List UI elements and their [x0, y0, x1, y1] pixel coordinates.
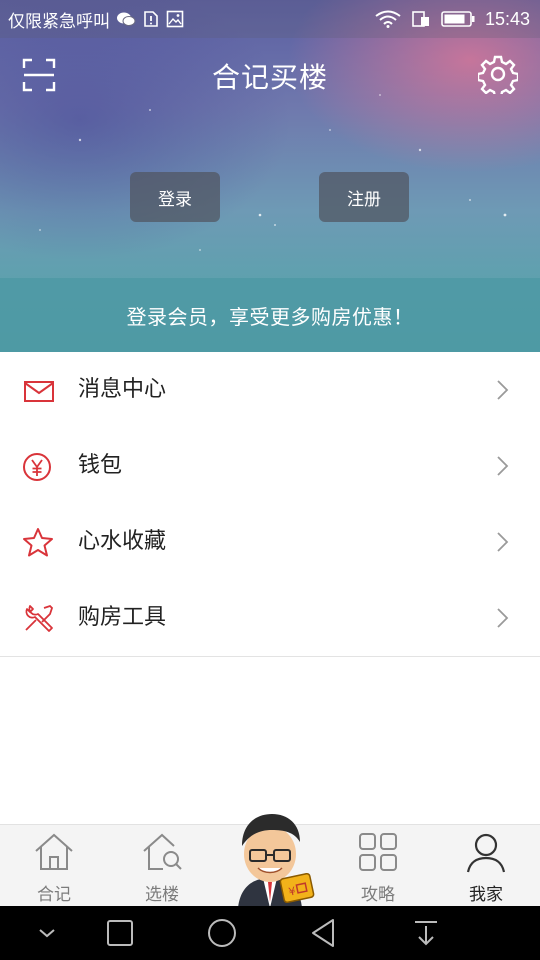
tab-label: 选楼 [145, 885, 179, 905]
register-button[interactable]: 注册 [319, 172, 409, 222]
member-promo-banner: 登录会员，享受更多购房优惠！ [0, 278, 540, 352]
menu-item-wallet[interactable]: 钱包 [0, 428, 540, 505]
menu-item-label: 心水收藏 [78, 529, 167, 554]
menu-item-tools[interactable]: 购房工具 [0, 580, 540, 657]
home-circle-icon[interactable] [205, 916, 239, 950]
mail-icon [24, 381, 54, 402]
tab-select-property[interactable]: 选楼 [108, 825, 216, 907]
star-icon [23, 528, 53, 557]
tab-my-home[interactable]: 我家 [432, 825, 540, 907]
tab-guides[interactable]: 攻略 [324, 825, 432, 907]
system-navigation-bar [0, 906, 540, 960]
image-icon [166, 10, 184, 28]
chevron-right-icon [497, 380, 509, 400]
mascot-icon: ¥ [238, 814, 315, 908]
notification-pull-down-icon[interactable] [409, 916, 443, 950]
battery-icon [441, 11, 475, 27]
yen-coin-icon [23, 453, 51, 481]
app-bar: 合记买楼 [0, 38, 540, 114]
menu-item-label: 钱包 [78, 453, 123, 478]
menu-item-label: 购房工具 [78, 605, 167, 630]
login-button[interactable]: 登录 [130, 172, 220, 222]
chevron-right-icon [497, 456, 509, 476]
warning-sim-icon [144, 11, 158, 27]
wechat-icon [117, 12, 136, 26]
tab-label: 攻略 [361, 885, 395, 905]
mascot-center-button[interactable]: ¥ [218, 812, 322, 908]
carrier-text: 仅限紧急呼叫 [8, 11, 110, 32]
chevron-down-icon[interactable] [30, 916, 64, 950]
menu-item-favorites[interactable]: 心水收藏 [0, 504, 540, 581]
grid-icon [359, 833, 397, 871]
house-search-icon [143, 833, 182, 870]
chevron-right-icon [497, 608, 509, 628]
data-icon [412, 11, 429, 27]
status-bar: 仅限紧急呼叫 15:43 [0, 0, 540, 38]
menu-item-label: 消息中心 [78, 377, 167, 402]
wifi-icon [375, 10, 401, 28]
tab-home[interactable]: 合记 [0, 825, 108, 907]
menu-item-messages[interactable]: 消息中心 [0, 352, 540, 429]
back-icon[interactable] [307, 916, 341, 950]
status-right: 15:43 [375, 0, 530, 38]
status-time: 15:43 [484, 8, 530, 29]
promo-text: 登录会员，享受更多购房优惠！ [126, 304, 414, 329]
status-left: 仅限紧急呼叫 [8, 0, 184, 38]
page-title: 合记买楼 [211, 61, 328, 94]
profile-menu-list: 消息中心 钱包 心水收藏 购房工具 [0, 352, 540, 657]
tools-icon [25, 604, 54, 632]
recent-apps-icon[interactable] [103, 916, 137, 950]
gear-icon[interactable] [478, 54, 518, 94]
tab-label: 合记 [37, 885, 71, 905]
tab-label: 我家 [469, 885, 503, 905]
user-icon [466, 833, 506, 873]
home-icon [35, 833, 73, 870]
chevron-right-icon [497, 532, 509, 552]
